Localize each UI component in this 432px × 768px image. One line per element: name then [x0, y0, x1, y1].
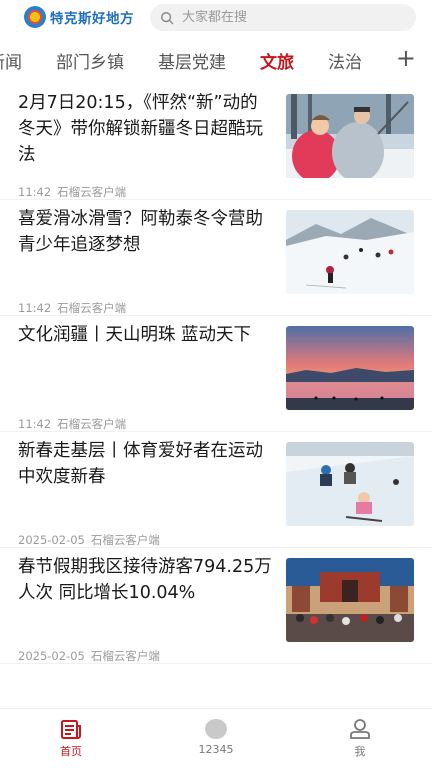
hotline-icon [205, 719, 227, 739]
channel-tabs: 新闻 部门乡镇 基层党建 文旅 法治 + [0, 40, 432, 80]
news-source: 石榴云客户端 [57, 417, 127, 431]
news-title: 2月7日20:15，《怦然“新”动的冬天》带你解锁新疆冬日超酷玩法 [18, 93, 263, 165]
nav-hotline[interactable]: 12345 [181, 717, 251, 756]
news-time: 2025-02-05 [18, 649, 85, 663]
nav-profile-label: 我 [354, 745, 366, 758]
news-title: 新春走基层丨体育爱好者在运动中欢度新春 [18, 441, 263, 487]
news-time: 11:42 [18, 185, 52, 199]
nav-profile[interactable]: 我 [325, 717, 395, 759]
home-news-icon [61, 720, 81, 739]
search-bar[interactable] [150, 4, 416, 31]
nav-hotline-label: 12345 [198, 743, 234, 756]
news-thumbnail [286, 210, 414, 294]
add-channel-button[interactable]: + [396, 44, 416, 72]
news-item[interactable]: 2月7日20:15，《怦然“新”动的冬天》带你解锁新疆冬日超酷玩法 11:42 石… [0, 84, 432, 200]
logo-emblem-icon [24, 6, 46, 28]
news-item[interactable]: 喜爱滑冰滑雪？阿勒泰冬令营助青少年追逐梦想 11:42 石榴云客户端 [0, 200, 432, 316]
news-time: 11:42 [18, 301, 52, 315]
news-meta: 2025-02-05 石榴云客户端 [18, 532, 160, 548]
app-header: 特克斯好地方 [0, 0, 432, 36]
search-input[interactable] [182, 10, 402, 25]
news-thumbnail [286, 558, 414, 642]
news-title: 文化润疆丨天山明珠 蓝动天下 [18, 325, 252, 345]
bottom-nav: 首页 12345 我 [0, 708, 432, 768]
search-icon [161, 11, 174, 24]
news-meta: 11:42 石榴云客户端 [18, 184, 126, 200]
news-thumbnail [286, 326, 414, 410]
news-source: 石榴云客户端 [90, 533, 160, 547]
app-logo[interactable]: 特克斯好地方 [24, 5, 134, 29]
tab-culture-tourism[interactable]: 文旅 [260, 48, 294, 73]
news-meta: 11:42 石榴云客户端 [18, 416, 126, 432]
nav-home-label: 首页 [60, 745, 82, 758]
news-item[interactable]: 春节假期我区接待游客794.25万人次 同比增长10.04% 2025-02-0… [0, 548, 432, 664]
tab-news[interactable]: 新闻 [0, 48, 22, 73]
tab-rule-of-law[interactable]: 法治 [328, 48, 362, 73]
user-icon [350, 719, 370, 739]
news-item[interactable]: 文化润疆丨天山明珠 蓝动天下 11:42 石榴云客户端 [0, 316, 432, 432]
news-meta: 2025-02-05 石榴云客户端 [18, 648, 160, 664]
logo-text: 特克斯好地方 [50, 11, 134, 27]
news-thumbnail [286, 94, 414, 178]
news-meta: 11:42 石榴云客户端 [18, 300, 126, 316]
news-source: 石榴云客户端 [57, 301, 127, 315]
news-source: 石榴云客户端 [90, 649, 160, 663]
news-source: 石榴云客户端 [57, 185, 127, 199]
news-time: 11:42 [18, 417, 52, 431]
news-title: 喜爱滑冰滑雪？阿勒泰冬令营助青少年追逐梦想 [18, 209, 263, 255]
news-title: 春节假期我区接待游客794.25万人次 同比增长10.04% [18, 557, 272, 603]
tab-party-building[interactable]: 基层党建 [158, 48, 226, 73]
news-time: 2025-02-05 [18, 533, 85, 547]
news-thumbnail [286, 442, 414, 526]
tab-departments[interactable]: 部门乡镇 [56, 48, 124, 73]
news-item[interactable]: 新春走基层丨体育爱好者在运动中欢度新春 2025-02-05 石榴云客户端 [0, 432, 432, 548]
nav-home[interactable]: 首页 [36, 717, 106, 759]
